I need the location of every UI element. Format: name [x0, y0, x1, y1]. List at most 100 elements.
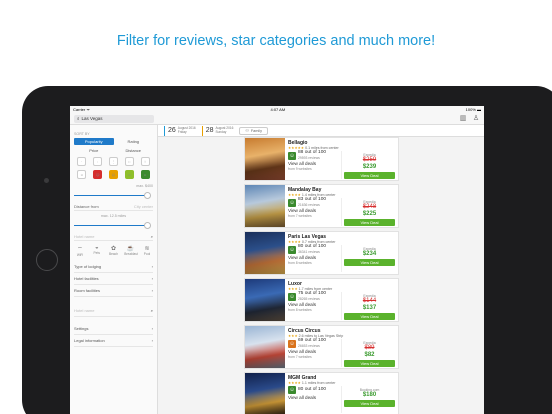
search-icon: ⌕: [77, 116, 80, 121]
view-deal-button[interactable]: View Deal: [344, 218, 395, 226]
sort-label: SORT BY: [74, 132, 90, 136]
price-max-label: max. $400: [136, 184, 153, 188]
rating-face-icon: ☺: [77, 170, 87, 179]
hotel-photo[interactable]: [245, 138, 285, 180]
amenity-breakfast[interactable]: ☕ Breakfast: [124, 245, 137, 257]
chevron-right-icon: ›: [151, 326, 153, 331]
distance-slider[interactable]: [74, 220, 153, 230]
search-input[interactable]: ⌕ Las Vegas: [74, 114, 154, 123]
hotel-name-search[interactable]: Hotel name ⌕: [74, 232, 153, 241]
search-value: Las Vegas: [81, 116, 103, 121]
hotel-name-field[interactable]: Hotel name ⌕: [74, 305, 153, 317]
rating-score: ☺ 88 out of 100 29593 reviews: [288, 150, 327, 160]
view-deal-button[interactable]: View Deal: [344, 359, 395, 367]
sort-price-button[interactable]: Price: [74, 147, 114, 154]
guests-selector[interactable]: ⚇ Family: [239, 126, 268, 135]
breakfast-icon: ☕: [126, 246, 134, 252]
checkin-date[interactable]: 26 August 2016 Friday: [164, 125, 196, 136]
price-slider[interactable]: [74, 190, 153, 200]
rating-face-icon: ☺: [288, 245, 296, 254]
slider-knob[interactable]: [144, 222, 151, 229]
sort-rating-button[interactable]: Rating: [114, 138, 154, 145]
rating-score: ☺ 75 out of 100 28265 reviews: [288, 291, 327, 301]
menu-room-facilities[interactable]: Room facilities ›: [74, 285, 153, 297]
star-filter-4[interactable]: ∷: [124, 157, 134, 167]
distance-label: Distance from: [74, 204, 99, 209]
profile-icon[interactable]: ♙: [472, 115, 480, 123]
amenity-wifi[interactable]: ⌔ WiFi: [74, 245, 86, 257]
star-filter-5[interactable]: ⁙: [140, 157, 150, 167]
hotel-card[interactable]: Luxor ★★★ 1.7 miles from center ☺ 75 out…: [244, 278, 399, 322]
price-box: Expedia $234 View Deal: [341, 245, 395, 272]
rating-filter-good[interactable]: ☺: [124, 170, 134, 180]
battery-indicator: 100% ▬: [465, 107, 481, 112]
rating-face-icon: ☹: [108, 170, 118, 179]
checkout-date[interactable]: 28 August 2016 Sunday: [201, 125, 233, 136]
view-all-deals-link[interactable]: View all deals from 8 websites: [288, 302, 341, 313]
hotel-photo[interactable]: [245, 185, 285, 227]
hotel-card[interactable]: Bellagio ★★★★★ 0.1 miles from center ☺ 8…: [244, 137, 399, 181]
star-filter-2[interactable]: :: [93, 157, 103, 167]
view-all-deals-link[interactable]: View all deals: [288, 395, 341, 401]
sort-distance-button[interactable]: Distance: [114, 147, 154, 154]
view-deal-button[interactable]: View Deal: [344, 171, 395, 179]
rating-filter-fair[interactable]: ☹: [108, 170, 118, 180]
rating-score: ☺ 69 out of 100 26653 reviews: [288, 338, 327, 348]
hotel-card[interactable]: MGM Grand ★★★★ 1.1 miles from center ☺ 8…: [244, 372, 399, 414]
rating-filter-all[interactable]: ☺: [77, 170, 87, 180]
slider-knob[interactable]: [144, 192, 151, 199]
amenity-pool[interactable]: ≋ Pool: [141, 245, 153, 257]
hotel-card[interactable]: Paris Las Vegas ★★★★ 0.7 miles from cent…: [244, 231, 399, 275]
hotel-photo[interactable]: [245, 373, 285, 414]
view-all-deals-link[interactable]: View all deals from 7 websites: [288, 208, 341, 219]
rating-filter-poor[interactable]: ☹: [93, 170, 103, 180]
view-all-deals-link[interactable]: View all deals from 8 websites: [288, 255, 341, 266]
pool-icon: ≋: [144, 246, 150, 252]
rating-face-icon: ☺: [288, 386, 296, 394]
current-price: $234: [362, 251, 377, 257]
star-filter-1[interactable]: ·: [77, 157, 87, 167]
amenity-pets[interactable]: ◒ Pets: [91, 245, 103, 257]
home-button[interactable]: [36, 249, 58, 271]
hotel-photo[interactable]: [245, 232, 285, 274]
sort-segment-row-1: Popularity Rating: [74, 138, 153, 145]
carrier-label: Carrier ᯤ: [73, 106, 90, 112]
view-all-deals-link[interactable]: View all deals from 9 websites: [288, 161, 341, 172]
sort-popularity-button[interactable]: Popularity: [74, 138, 114, 145]
rating-filter-excellent[interactable]: ☺: [140, 170, 150, 180]
rating-face-icon: ☺: [288, 292, 296, 301]
rating-face-icon: ☹: [93, 170, 103, 179]
rating-face-icon: ☺: [140, 170, 150, 179]
price-box: Booking.com $180 View Deal: [341, 386, 395, 413]
menu-settings[interactable]: Settings ›: [74, 323, 153, 335]
menu-legal-information[interactable]: Legal information ›: [74, 335, 153, 347]
search-icon: ⌕: [150, 308, 153, 313]
menu-type-of-lodging[interactable]: Type of lodging ›: [74, 261, 153, 273]
rating-face-icon: ☺: [288, 151, 296, 160]
amenity-beach[interactable]: ✿ Beach: [108, 245, 120, 257]
price-box: Expedia $248 $225 View Deal: [341, 198, 395, 226]
map-icon[interactable]: ▥: [459, 115, 467, 123]
hotel-card[interactable]: Mandalay Bay ★★★★ 1.4 miles from center …: [244, 184, 399, 228]
hotel-card[interactable]: Circus Circus ★★★ 2.6 miles to Las Vegas…: [244, 325, 399, 369]
hotel-photo[interactable]: [245, 279, 285, 321]
view-deal-button[interactable]: View Deal: [344, 312, 395, 320]
menu-hotel-facilities[interactable]: Hotel facilities ›: [74, 273, 153, 285]
price-box: Expedia $89 $82 View Deal: [341, 339, 395, 367]
sort-segment-row-2: Price Distance: [74, 147, 153, 154]
promo-headline: Filter for reviews, star categories and …: [116, 33, 436, 49]
star-filter-3[interactable]: ⋮: [108, 157, 118, 167]
amenities-row: ⌔ WiFi ◒ Pets ✿ Beach ☕ Breakfast ≋ Pool: [74, 245, 153, 257]
rating-score: ☺ 80 out of 100: [288, 386, 327, 394]
view-all-deals-link[interactable]: View all deals from 7 websites: [288, 349, 341, 360]
view-deal-button[interactable]: View Deal: [344, 259, 395, 266]
family-icon: ⚇: [245, 129, 249, 133]
distance-row[interactable]: Distance from City center: [74, 202, 153, 211]
chevron-right-icon: ›: [151, 288, 153, 293]
wifi-icon: ⌔: [77, 247, 83, 253]
price-box: Expedia $144 $137 View Deal: [341, 292, 395, 320]
view-deal-button[interactable]: View Deal: [344, 400, 395, 407]
chevron-right-icon: ›: [151, 338, 153, 343]
hotel-name-placeholder: Hotel name: [74, 234, 95, 239]
hotel-photo[interactable]: [245, 326, 285, 368]
